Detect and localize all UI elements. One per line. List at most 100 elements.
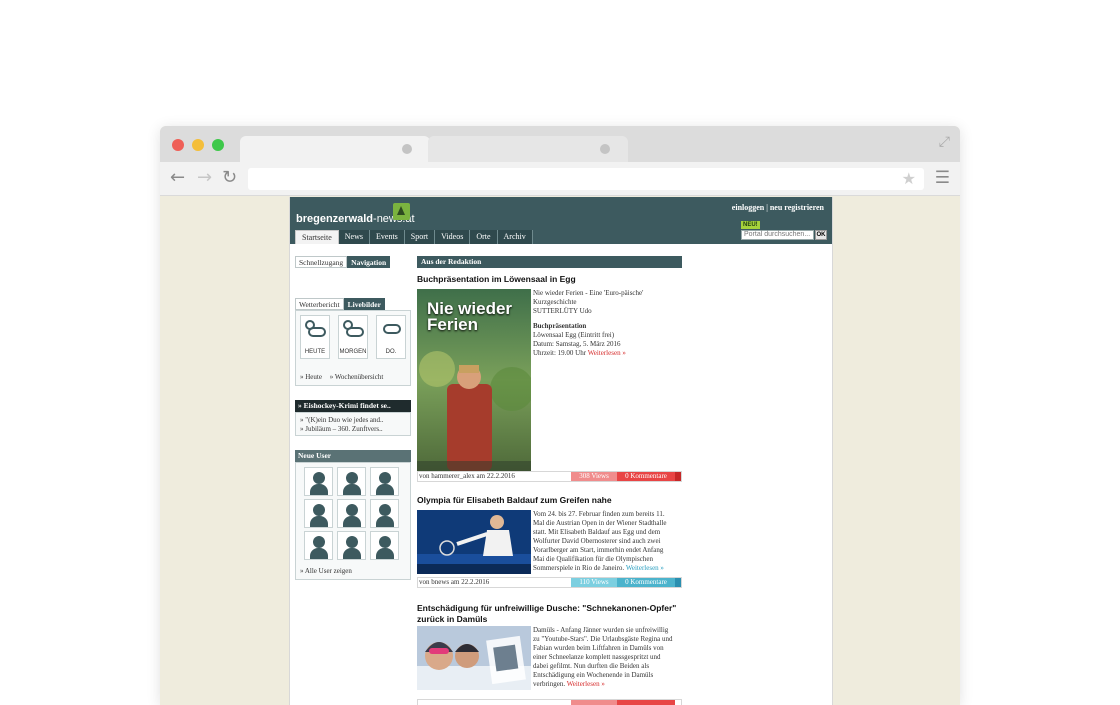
article-title[interactable]: Buchpräsentation im Löwensaal in Egg	[417, 274, 576, 285]
article-line: Wolfurter David Obernosterer sind auch z…	[533, 537, 661, 545]
weather-day-label: HEUTE	[304, 349, 326, 355]
read-more-link[interactable]: Weiterlesen »	[626, 564, 664, 572]
weather-today[interactable]: HEUTE	[300, 315, 330, 359]
reload-icon[interactable]: ↻	[222, 167, 237, 188]
logo-tree-icon	[393, 203, 410, 220]
article-title-line: zurück in Damüls	[417, 614, 488, 624]
user-avatar[interactable]	[337, 467, 366, 496]
user-avatar[interactable]	[370, 467, 399, 496]
tab-navigation[interactable]: Navigation	[347, 256, 391, 268]
address-bar[interactable]: ★	[248, 168, 924, 190]
close-window-button[interactable]	[172, 139, 184, 151]
tab-close-icon[interactable]	[600, 144, 610, 154]
new-users-title: Neue User	[295, 450, 411, 462]
article-line: zu "Youtube-Stars". Die Urlaubsgäste Reg…	[533, 635, 673, 643]
news-ticker-title[interactable]: » Eishockey-Krimi findet se..	[295, 400, 411, 412]
read-more-link[interactable]: Weiterlesen »	[567, 680, 605, 688]
tab-bar: ⤢	[160, 126, 960, 162]
minimize-window-button[interactable]	[192, 139, 204, 151]
article-image[interactable]	[417, 626, 531, 690]
nav-tab-orte[interactable]: Orte	[470, 230, 498, 244]
article-line: Mal die Austrian Open in der Wiener Stad…	[533, 519, 667, 527]
article-title[interactable]: Olympia für Elisabeth Baldauf zum Greife…	[417, 495, 612, 506]
browser-toolbar: ← → ↻ ★ ☰	[160, 162, 960, 196]
cloud-icon	[346, 327, 364, 337]
all-users-link[interactable]: » Alle User zeigen	[300, 567, 352, 575]
main-nav: Startseite News Events Sport Videos Orte…	[295, 230, 533, 244]
article-line: dabei gefilmt. Nun durften die Beiden al…	[533, 662, 650, 670]
user-avatar[interactable]	[304, 499, 333, 528]
article-title[interactable]: Entschädigung für unfreiwillige Dusche: …	[417, 603, 687, 625]
article-line: Nie wieder Ferien - Eine 'Euro-päische'	[533, 289, 644, 297]
user-avatar[interactable]	[304, 531, 333, 560]
article-footer	[417, 699, 682, 705]
browser-tab-active[interactable]	[240, 136, 430, 162]
back-arrow-icon[interactable]: ←	[170, 167, 185, 188]
search-input[interactable]: Portal durchsuchen...	[741, 230, 814, 240]
article-line: Datum: Samstag, 5. März 2016	[533, 340, 621, 348]
nav-tab-news[interactable]: News	[338, 230, 370, 244]
article-text: Damüls - Anfang Jänner wurden sie unfrei…	[533, 626, 683, 689]
news-ticker-item[interactable]: » Jubiläum – 360. Zunftvers..	[300, 425, 406, 434]
user-avatar[interactable]	[337, 531, 366, 560]
rain-cloud-icon	[383, 324, 401, 334]
tab-livebilder[interactable]: Livebilder	[343, 298, 385, 310]
article-image[interactable]: Nie wieder Ferien	[417, 289, 534, 471]
menu-icon[interactable]: ☰	[935, 168, 950, 188]
fullscreen-icon[interactable]: ⤢	[939, 134, 950, 150]
article-line: SUTTERLÜTY Udo	[533, 307, 592, 315]
article-image[interactable]	[417, 510, 531, 574]
comments-link[interactable]	[617, 700, 675, 705]
tab-wetterbericht[interactable]: Wetterbericht	[295, 298, 344, 310]
article-line: Vorarlberger am Start, immerhin endet An…	[533, 546, 664, 554]
tab-close-icon[interactable]	[402, 144, 412, 154]
weather-thursday[interactable]: DO.	[376, 315, 406, 359]
comment-icon	[675, 578, 681, 587]
bookmark-star-icon[interactable]: ★	[902, 169, 916, 188]
user-avatar[interactable]	[304, 467, 333, 496]
article-line: einer Schneelanze komplett nassgespritzt…	[533, 653, 661, 661]
badminton-photo	[417, 510, 531, 574]
logo-text-bold: bregenzerwald	[296, 213, 374, 225]
weather-day-label: MORGEN	[339, 349, 367, 355]
read-more-link[interactable]: Weiterlesen »	[588, 349, 626, 357]
sidebar: Schnellzugang Navigation Wetterbericht L…	[295, 256, 411, 580]
new-badge: NEU!	[741, 221, 760, 229]
main-column: Aus der Redaktion Buchpräsentation im Lö…	[417, 256, 683, 705]
maximize-window-button[interactable]	[212, 139, 224, 151]
user-avatar[interactable]	[337, 499, 366, 528]
nav-tab-startseite[interactable]: Startseite	[295, 230, 339, 244]
nav-tab-archiv[interactable]: Archiv	[497, 230, 533, 244]
weather-links: » Heute » Wochenübersicht	[300, 373, 389, 381]
browser-tab-inactive[interactable]	[428, 136, 628, 162]
weather-week-link[interactable]: » Wochenübersicht	[330, 373, 384, 381]
nav-tab-events[interactable]: Events	[370, 230, 405, 244]
web-page: bregenzerwald-news.at einloggen | neu re…	[289, 197, 833, 705]
section-title: Aus der Redaktion	[417, 256, 682, 268]
forward-arrow-icon[interactable]: →	[197, 167, 212, 188]
new-users-box: » Alle User zeigen	[295, 462, 411, 580]
register-link[interactable]: neu registrieren	[770, 203, 824, 212]
user-avatar[interactable]	[370, 531, 399, 560]
weather-today-link[interactable]: » Heute	[300, 373, 322, 381]
nav-tab-sport[interactable]: Sport	[404, 230, 436, 244]
weather-tomorrow[interactable]: MORGEN	[338, 315, 368, 359]
article-2: Olympia für Elisabeth Baldauf zum Greife…	[417, 484, 682, 594]
tab-schnellzugang[interactable]: Schnellzugang	[295, 256, 348, 268]
login-link[interactable]: einloggen	[732, 203, 764, 212]
article-footer: von bnews am 22.2.2016 110 Views 0 Komme…	[417, 577, 682, 588]
article-line: Vom 24. bis 27. Februar finden zum berei…	[533, 510, 665, 518]
browser-window: ⤢ ← → ↻ ★ ☰ bregenzerwald-news.at einlog…	[160, 126, 960, 705]
comments-link[interactable]: 0 Kommentare	[617, 472, 675, 481]
user-avatar[interactable]	[370, 499, 399, 528]
article-1: Buchpräsentation im Löwensaal in Egg Nie…	[417, 268, 682, 484]
news-ticker-item[interactable]: » "(K)ein Duo wie jedes and..	[300, 416, 406, 425]
search-ok-button[interactable]: OK	[815, 230, 827, 240]
weather-tabs: Wetterbericht Livebilder	[295, 298, 411, 310]
article-line: Entschädigung ein Wochenende in Damüls	[533, 671, 654, 679]
comments-link[interactable]: 0 Kommentare	[617, 578, 675, 587]
article-line: statt. Mit Elisabeth Baldauf aus Egg und…	[533, 528, 661, 536]
article-line: Fabian wurden beim Liftfahren in Damüls …	[533, 644, 664, 652]
nav-tab-videos[interactable]: Videos	[435, 230, 471, 244]
ski-selfie-photo	[417, 626, 531, 690]
